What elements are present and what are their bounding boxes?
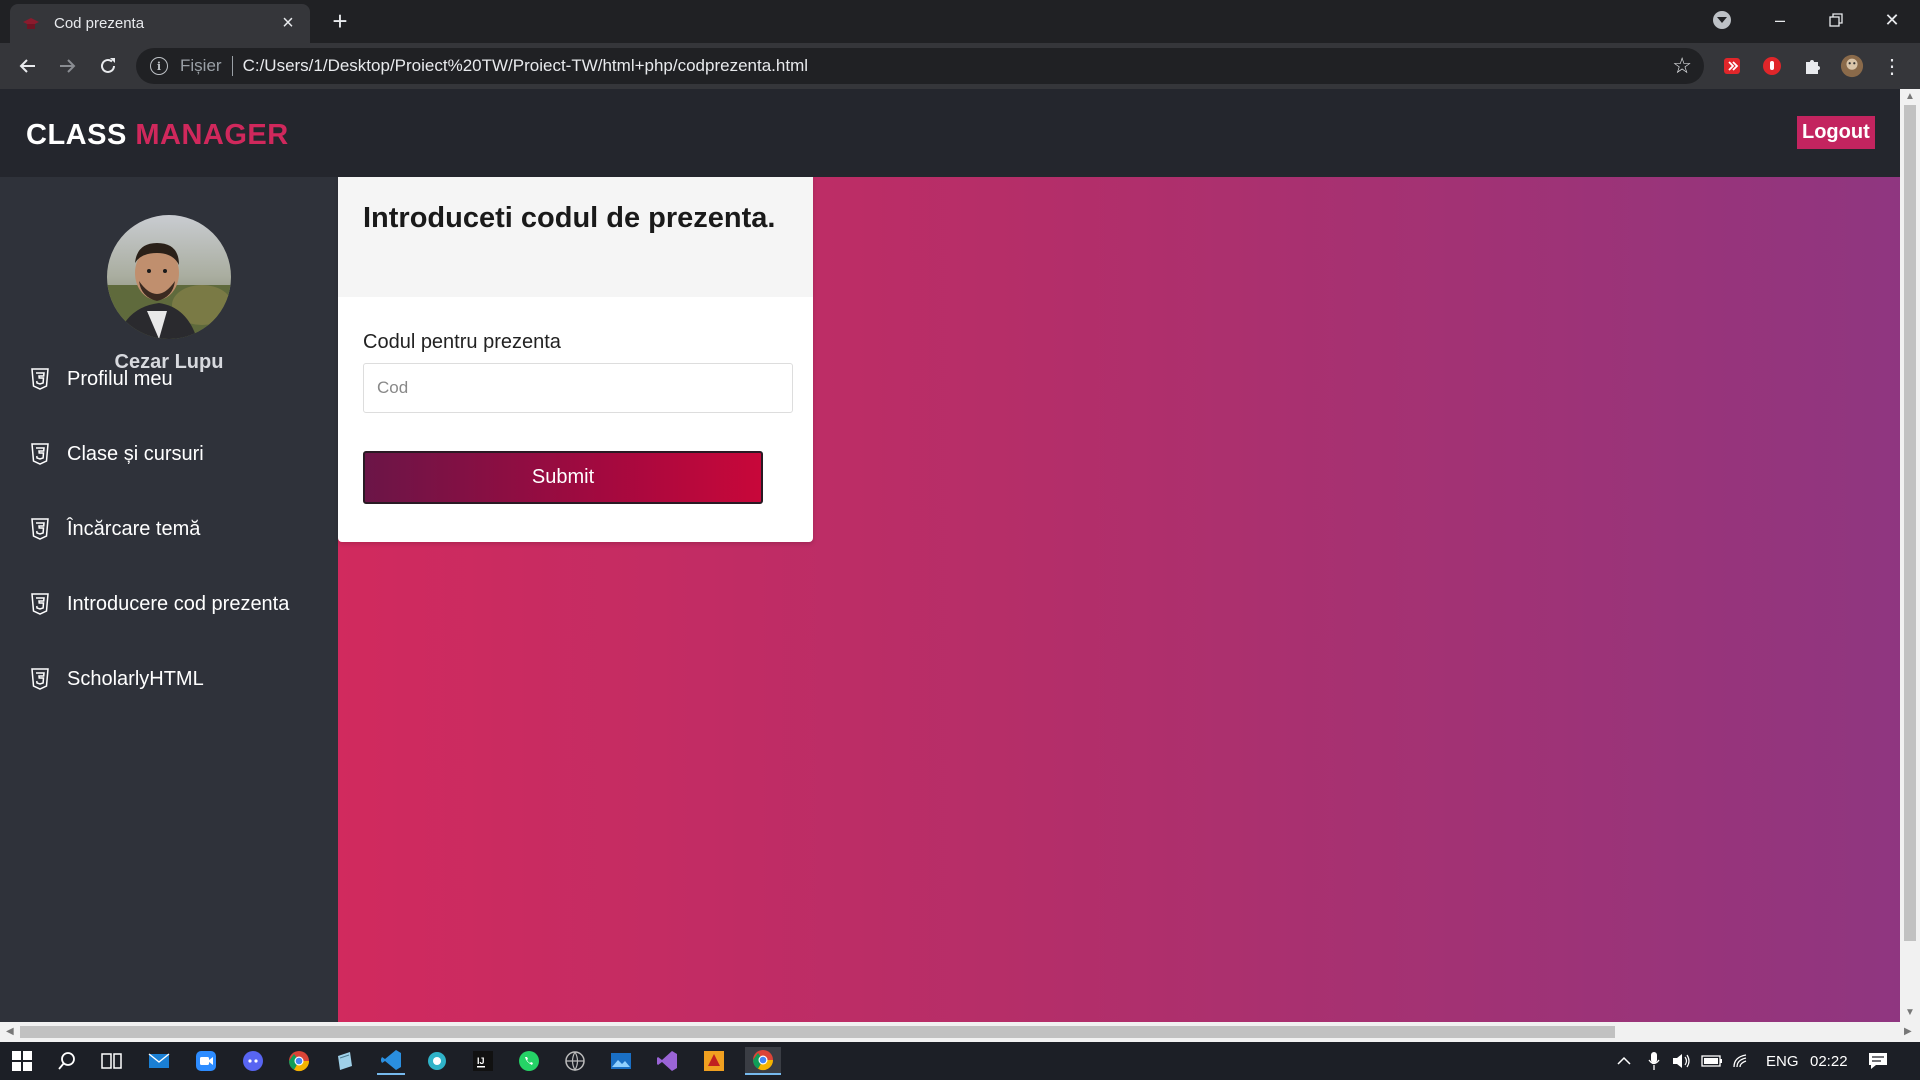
back-icon[interactable] xyxy=(13,52,41,80)
mail-icon[interactable] xyxy=(145,1047,173,1075)
tab-title: Cod prezenta xyxy=(54,15,145,32)
sidebar-item-label: Încărcare temă xyxy=(67,517,201,540)
graduation-cap-icon xyxy=(22,15,40,33)
page-viewport: CLASS MANAGER Logout Cezar Lupu Profilul… xyxy=(0,89,1920,1022)
site-info-icon[interactable]: i xyxy=(150,57,168,75)
vertical-scroll-thumb[interactable] xyxy=(1904,105,1916,941)
horizontal-scroll-thumb[interactable] xyxy=(20,1026,1615,1038)
sidebar-item-label: Clase și cursuri xyxy=(67,442,204,465)
microphone-icon[interactable] xyxy=(1640,1047,1668,1075)
zoom-icon[interactable] xyxy=(192,1047,220,1075)
card-title: Introduceti codul de prezenta. xyxy=(363,202,776,234)
sidebar: Cezar Lupu Profilul meu Clase și cursuri… xyxy=(0,177,338,1022)
brand-manager: MANAGER xyxy=(135,119,289,151)
submit-button[interactable]: Submit xyxy=(363,451,763,504)
scroll-right-icon[interactable]: ▶ xyxy=(1904,1026,1912,1037)
html5-icon xyxy=(31,443,49,465)
window-controls: – ✕ xyxy=(1752,0,1920,40)
vertical-scrollbar[interactable]: ▲ ▼ xyxy=(1900,89,1920,1022)
extension-red-icon[interactable] xyxy=(1720,54,1744,78)
svg-text:IJ: IJ xyxy=(477,1056,485,1066)
wifi-icon[interactable] xyxy=(1728,1047,1756,1075)
volume-icon[interactable] xyxy=(1668,1047,1696,1075)
close-window-icon[interactable]: ✕ xyxy=(1864,0,1920,40)
language-indicator[interactable]: ENG xyxy=(1766,1053,1799,1070)
address-bar[interactable]: i Fișier C:/Users/1/Desktop/Proiect%20TW… xyxy=(136,48,1704,84)
main-content: Introduceti codul de prezenta. Codul pen… xyxy=(338,177,1900,1022)
horizontal-scrollbar[interactable]: ◀ ▶ xyxy=(0,1022,1920,1042)
profile-avatar-icon[interactable] xyxy=(1840,54,1864,78)
sidebar-item-scholarlyhtml[interactable]: ScholarlyHTML xyxy=(30,664,204,694)
sidebar-item-clase-si-cursuri[interactable]: Clase și cursuri xyxy=(30,439,204,469)
sidebar-item-profilul-meu[interactable]: Profilul meu xyxy=(30,364,173,394)
tab-close-icon[interactable]: × xyxy=(278,12,298,35)
sidebar-item-label: Profilul meu xyxy=(67,367,173,390)
brand-logo[interactable]: CLASS MANAGER xyxy=(26,119,289,152)
bookmark-star-icon[interactable]: ☆ xyxy=(1672,53,1692,79)
url-separator xyxy=(231,56,233,76)
card-header: Introduceti codul de prezenta. xyxy=(338,177,813,297)
tray-chevron-up-icon[interactable] xyxy=(1610,1047,1638,1075)
minimize-icon[interactable]: – xyxy=(1752,0,1808,40)
forward-icon[interactable] xyxy=(54,52,82,80)
browser-toolbar: i Fișier C:/Users/1/Desktop/Proiect%20TW… xyxy=(0,43,1920,89)
sidebar-item-label: ScholarlyHTML xyxy=(67,667,204,690)
chrome-taskbar-active-icon[interactable] xyxy=(745,1047,781,1075)
extension-hand-icon[interactable] xyxy=(1760,54,1784,78)
chrome-icon[interactable] xyxy=(285,1047,313,1075)
html5-icon xyxy=(31,668,49,690)
task-view-icon[interactable] xyxy=(98,1047,126,1075)
code-input[interactable] xyxy=(363,363,793,413)
search-icon[interactable] xyxy=(53,1047,81,1075)
card-body: Codul pentru prezenta Submit xyxy=(338,297,813,504)
app-globe-icon[interactable] xyxy=(561,1047,589,1075)
url-scheme-label: Fișier xyxy=(180,56,222,75)
new-tab-button[interactable]: + xyxy=(325,7,355,37)
scroll-left-icon[interactable]: ◀ xyxy=(6,1026,14,1037)
whatsapp-icon[interactable] xyxy=(515,1047,543,1075)
intellij-icon[interactable]: IJ xyxy=(469,1047,497,1075)
html5-icon xyxy=(31,518,49,540)
attendance-code-card: Introduceti codul de prezenta. Codul pen… xyxy=(338,177,813,542)
clock-time[interactable]: 02:22 xyxy=(1810,1053,1848,1070)
vscode-icon[interactable] xyxy=(377,1047,405,1075)
app-game-icon[interactable] xyxy=(700,1047,728,1075)
code-field-label: Codul pentru prezenta xyxy=(363,331,561,353)
sidebar-item-incarcare-tema[interactable]: Încărcare temă xyxy=(30,514,200,544)
avatar xyxy=(107,215,231,339)
browser-tabstrip: Cod prezenta × + – ✕ xyxy=(0,0,1920,43)
logout-button[interactable]: Logout xyxy=(1797,116,1875,149)
reload-icon[interactable] xyxy=(94,52,122,80)
windows-taskbar: IJ ENG 02:22 xyxy=(0,1042,1920,1080)
notifications-icon[interactable] xyxy=(1864,1047,1892,1075)
photos-icon[interactable] xyxy=(607,1047,635,1075)
tab-search-icon[interactable] xyxy=(1713,11,1731,29)
sidebar-item-label: Introducere cod prezenta xyxy=(67,592,290,615)
html5-icon xyxy=(31,368,49,390)
brand-class: CLASS xyxy=(26,119,127,151)
url-text[interactable]: C:/Users/1/Desktop/Proiect%20TW/Proiect-… xyxy=(243,56,1673,76)
app-header: CLASS MANAGER Logout xyxy=(0,89,1900,177)
notepad-icon[interactable] xyxy=(331,1047,359,1075)
visual-studio-icon[interactable] xyxy=(653,1047,681,1075)
sidebar-item-introducere-cod-prezenta[interactable]: Introducere cod prezenta xyxy=(30,589,289,619)
extensions-puzzle-icon[interactable] xyxy=(1800,54,1824,78)
html5-icon xyxy=(31,593,49,615)
scroll-up-icon[interactable]: ▲ xyxy=(1905,91,1915,102)
battery-icon[interactable] xyxy=(1698,1047,1726,1075)
browser-menu-icon[interactable]: ⋮ xyxy=(1880,54,1904,78)
browser-tab-active[interactable]: Cod prezenta × xyxy=(10,4,310,43)
restore-icon[interactable] xyxy=(1808,0,1864,40)
app-circle-icon[interactable] xyxy=(423,1047,451,1075)
scroll-down-icon[interactable]: ▼ xyxy=(1905,1007,1915,1018)
discord-icon[interactable] xyxy=(239,1047,267,1075)
windows-start-icon[interactable] xyxy=(8,1047,36,1075)
